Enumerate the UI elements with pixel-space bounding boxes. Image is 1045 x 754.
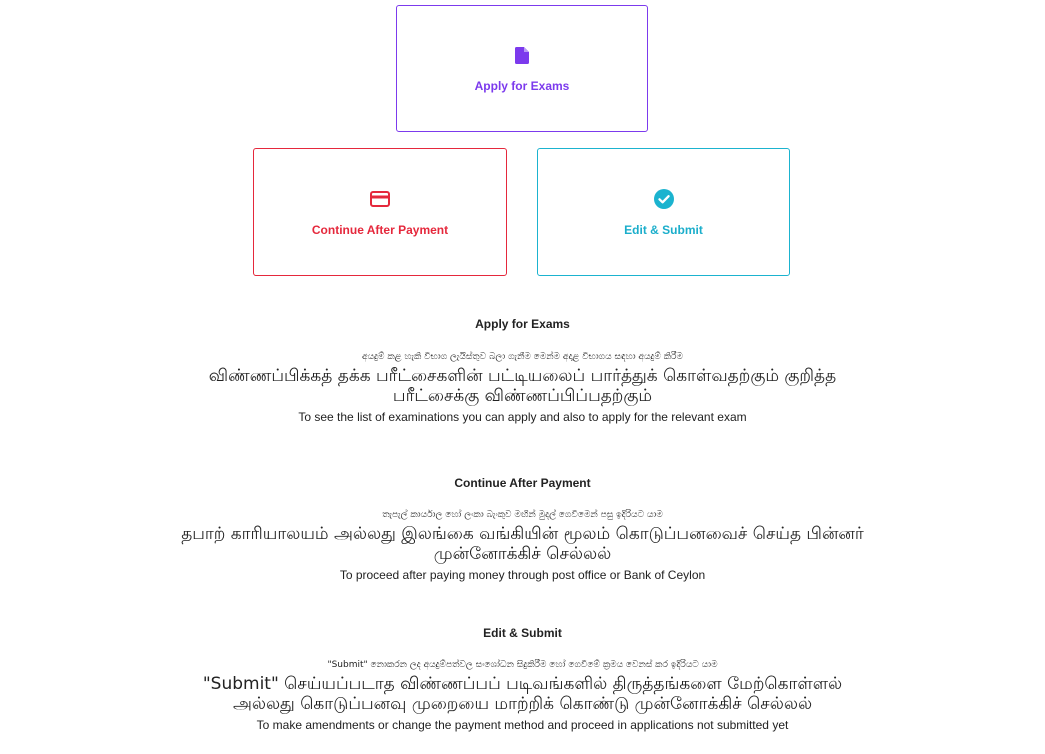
- file-icon: [511, 44, 533, 66]
- edit-and-submit-label: Edit & Submit: [624, 222, 703, 237]
- apply-for-exams-card[interactable]: Apply for Exams: [396, 5, 648, 132]
- section-tamil-text: தபாற் காரியாலயம் அல்லது இலங்கை வங்கியின்…: [181, 524, 864, 564]
- check-circle-icon: [653, 188, 675, 210]
- section-sinhala-text: "Submit" නොකරන ලද අයදුම්පත්වල සංශෝධන සිද…: [327, 660, 718, 670]
- section-heading: Edit & Submit: [483, 626, 562, 640]
- section-tamil-text: "Submit" செய்யப்படாத விண்ணப்பப் படிவங்கள…: [202, 674, 843, 714]
- section-sinhala-text: අයදුම් කළ හැකි විභාග ලැයිස්තුව බලා ගැනීම…: [362, 352, 683, 362]
- continue-after-payment-card[interactable]: Continue After Payment: [253, 148, 507, 276]
- edit-and-submit-card[interactable]: Edit & Submit: [537, 148, 790, 276]
- section-tamil-text: விண்ணப்பிக்கத் தக்க பரீட்சைகளின் பட்டியல…: [208, 366, 837, 406]
- continue-after-payment-label: Continue After Payment: [311, 222, 449, 237]
- section-english-text: To make amendments or change the payment…: [256, 718, 789, 732]
- section-sinhala-text: තැපැල් කාර්යාල හෝ ලංකා බැංකුව මඟින් මුදල…: [382, 510, 663, 520]
- section-english-text: To see the list of examinations you can …: [298, 410, 747, 424]
- section-heading: Continue After Payment: [454, 476, 591, 490]
- apply-for-exams-label: Apply for Exams: [474, 79, 570, 93]
- section-english-text: To proceed after paying money through po…: [339, 568, 706, 582]
- section-heading: Apply for Exams: [475, 317, 570, 331]
- credit-card-icon: [369, 188, 391, 210]
